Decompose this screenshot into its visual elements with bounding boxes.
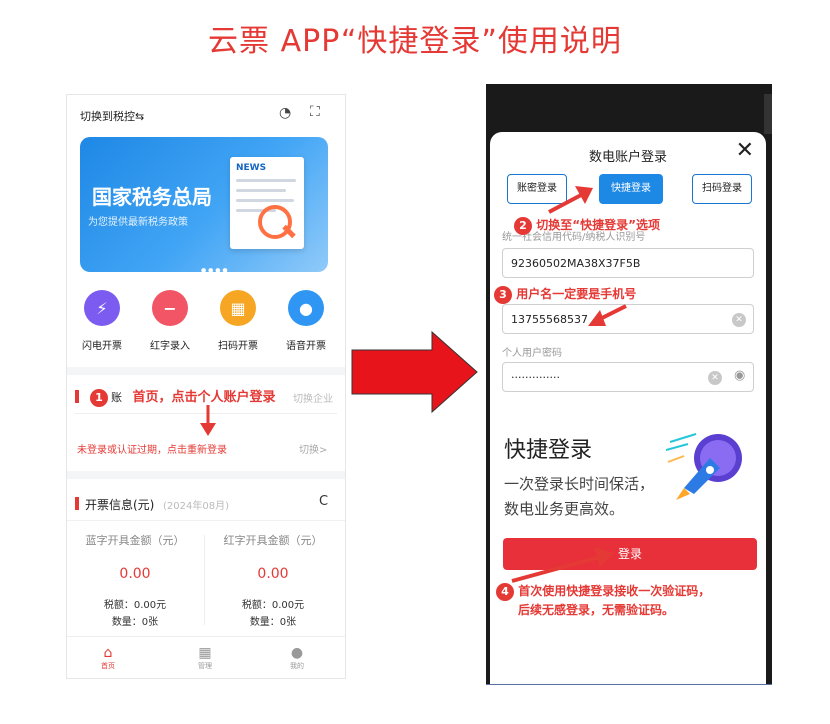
tab-quick-login[interactable]: 快捷登录 bbox=[599, 174, 663, 204]
switch-link[interactable]: 切换> bbox=[299, 441, 327, 456]
promo-line1: 一次登录长时间保活， bbox=[504, 475, 655, 493]
menu-item-flash-invoice[interactable]: ⚡ 闪电开票 bbox=[72, 290, 132, 352]
clear-icon[interactable]: ✕ bbox=[732, 313, 746, 327]
invoice-date: (2024年08月) bbox=[163, 501, 229, 512]
banner[interactable]: NEWS 国家税务总局 为您提供最新税务政策 bbox=[80, 137, 328, 272]
close-icon[interactable]: ✕ bbox=[736, 138, 754, 163]
mic-icon: ● bbox=[288, 290, 324, 326]
tab-home[interactable]: ⌂ 首页 bbox=[83, 645, 133, 671]
carousel-dots: ● ● ● ● bbox=[201, 267, 228, 274]
annotation-step4: 4 首次使用快捷登录接收一次验证码， 后续无感登录，无需验证码。 bbox=[496, 582, 710, 620]
clear-password-icon[interactable]: ✕ bbox=[708, 371, 722, 385]
quick-menu: ⚡ 闪电开票 − 红字录入 ▦ 扫码开票 ● 语音开票 bbox=[67, 290, 345, 360]
page-title: 云票 APP“快捷登录”使用说明 bbox=[208, 24, 622, 59]
tab-qr-login[interactable]: 扫码登录 bbox=[692, 174, 752, 204]
refresh-icon[interactable]: C bbox=[319, 494, 328, 509]
tab-manage[interactable]: ▦ 管理 bbox=[180, 645, 230, 671]
banner-subtitle: 为您提供最新税务政策 bbox=[88, 217, 188, 228]
switch-company-link[interactable]: 切换企业 bbox=[293, 390, 333, 405]
relogin-link[interactable]: 未登录或认证过期，点击重新登录 bbox=[77, 441, 227, 456]
annotation-step1: 1 首页，点击个人账户登录 bbox=[90, 386, 276, 407]
scan-icon[interactable]: ⛶ bbox=[310, 104, 320, 120]
lightning-icon: ⚡ bbox=[84, 290, 120, 326]
promo-title: 快捷登录 bbox=[504, 438, 593, 463]
user-icon: ● bbox=[290, 645, 304, 661]
menu-item-scan-invoice[interactable]: ▦ 扫码开票 bbox=[208, 290, 268, 352]
apps-icon: ▦ bbox=[198, 645, 212, 661]
top-bar: 切换到税控⇆ ◔ ⛶ bbox=[67, 95, 345, 135]
arrow-to-login-icon bbox=[511, 547, 614, 583]
bottom-tab-bar: ⌂ 首页 ▦ 管理 ● 我的 bbox=[67, 636, 345, 678]
arrow-to-username-icon bbox=[588, 304, 627, 326]
password-label: 个人用户密码 bbox=[502, 348, 562, 359]
rocket-icon bbox=[666, 433, 742, 500]
switch-tax-link[interactable]: 切换到税控⇆ bbox=[80, 108, 144, 124]
credit-code-input[interactable]: 92360502MA38X37F5B bbox=[502, 248, 754, 278]
down-arrow-icon bbox=[200, 405, 216, 436]
eye-icon[interactable]: ◉ bbox=[734, 368, 745, 383]
sheet-title: 数电账户登录 bbox=[588, 150, 667, 165]
banner-title: 国家税务总局 bbox=[92, 185, 212, 209]
tab-mine[interactable]: ● 我的 bbox=[272, 645, 322, 671]
menu-item-voice-invoice[interactable]: ● 语音开票 bbox=[276, 290, 336, 352]
arrow-to-quick-tab-icon bbox=[548, 186, 593, 214]
invoice-info-title: 开票信息(元) bbox=[85, 498, 155, 512]
grid-icon: ▦ bbox=[220, 290, 256, 326]
right-arrow-icon bbox=[351, 330, 478, 414]
menu-item-red-entry[interactable]: − 红字录入 bbox=[140, 290, 200, 352]
promo-line2: 数电业务更高效。 bbox=[504, 500, 625, 518]
annotation-step2: 2 切换至“快捷登录”选项 bbox=[514, 216, 660, 235]
blue-invoice-summary: 蓝字开具金额（元） 0.00 税额：0.00元 数量：0张 bbox=[85, 534, 185, 628]
minus-icon: − bbox=[152, 290, 188, 326]
home-icon: ⌂ bbox=[103, 645, 113, 661]
red-invoice-summary: 红字开具金额（元） 0.00 税额：0.00元 数量：0张 bbox=[223, 534, 323, 628]
headset-icon[interactable]: ◔ bbox=[279, 105, 291, 121]
